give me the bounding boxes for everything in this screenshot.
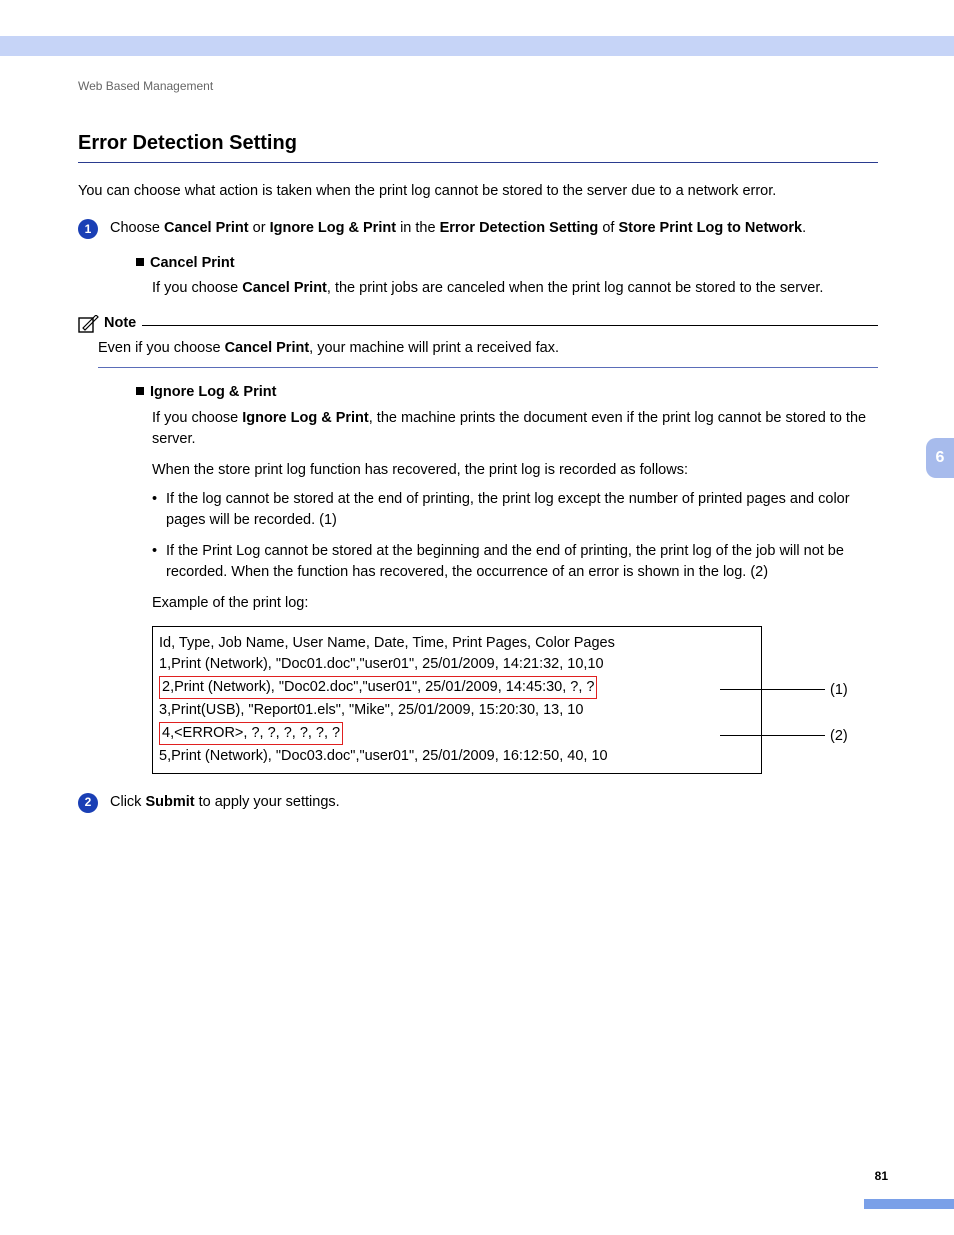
note-label: Note [104,313,136,334]
example-label: Example of the print log: [152,593,878,614]
log-header: Id, Type, Job Name, User Name, Date, Tim… [159,633,755,654]
section-title: Error Detection Setting [78,129,878,163]
step1-b3: Error Detection Setting [440,220,599,236]
step1-post: . [802,220,806,236]
step2-b: Submit [145,794,194,810]
step1-mid3: of [598,220,618,236]
step1-b4: Store Print Log to Network [618,220,802,236]
log-example-box: Id, Type, Job Name, User Name, Date, Tim… [152,626,762,774]
step-2-body: Click Submit to apply your settings. [110,792,878,813]
log-row-3: 3,Print(USB), "Report01.els", "Mike", 25… [159,700,755,721]
circle-2-icon: 2 [78,793,98,813]
cancel-post: , the print jobs are canceled when the p… [327,280,824,296]
note-pre: Even if you choose [98,340,225,356]
ignore-recovered: When the store print log function has re… [152,460,878,481]
ignore-body: If you choose Ignore Log & Print, the ma… [152,408,878,583]
footer-accent-bar [864,1199,954,1209]
header-accent-bar [0,36,954,56]
cancel-b: Cancel Print [242,280,327,296]
sub-item-cancel-print: Cancel Print If you choose Cancel Print,… [136,253,878,299]
chapter-tab: 6 [926,438,954,478]
step2-pre: Click [110,794,145,810]
step1-b1: Cancel Print [164,220,249,236]
intro-text: You can choose what action is taken when… [78,181,878,202]
log-row-1: 1,Print (Network), "Doc01.doc","user01",… [159,654,755,675]
ignore-pre: If you choose [152,410,242,426]
ignore-bullet-2: If the Print Log cannot be stored at the… [152,541,878,583]
note-block: Note Even if you choose Cancel Print, yo… [78,313,878,368]
ignore-bullet-1: If the log cannot be stored at the end o… [152,489,878,531]
log-row-5: 5,Print (Network), "Doc03.doc","user01",… [159,746,755,767]
ignore-head: Ignore Log & Print [150,384,276,400]
ignore-b: Ignore Log & Print [242,410,368,426]
log-example-wrap: Id, Type, Job Name, User Name, Date, Tim… [152,626,892,774]
cancel-print-body: If you choose Cancel Print, the print jo… [152,278,878,299]
note-pencil-icon [78,315,100,333]
cancel-print-head: Cancel Print [150,255,235,271]
ignore-bullet-list: If the log cannot be stored at the end o… [152,489,878,583]
breadcrumb: Web Based Management [78,78,878,95]
cancel-pre: If you choose [152,280,242,296]
step2-post: to apply your settings. [195,794,340,810]
callout-line-2 [720,735,825,736]
step1-mid1: or [249,220,270,236]
log-row-4-highlight: 4,<ERROR>, ?, ?, ?, ?, ?, ? [159,722,343,745]
step-2: 2 Click Submit to apply your settings. [78,792,878,813]
step1-b2: Ignore Log & Print [270,220,396,236]
log-row-2-highlight: 2,Print (Network), "Doc02.doc","user01",… [159,676,597,699]
step-1: 1 Choose Cancel Print or Ignore Log & Pr… [78,218,878,299]
note-body: Even if you choose Cancel Print, your ma… [98,338,878,368]
step1-text: Choose [110,220,164,236]
step-number-icon: 1 [78,218,102,299]
step-1-body: Choose Cancel Print or Ignore Log & Prin… [110,218,878,299]
sub-item-ignore-log: Ignore Log & Print If you choose Ignore … [136,382,878,773]
circle-1-icon: 1 [78,219,98,239]
step-number-icon: 2 [78,792,102,813]
note-b: Cancel Print [225,340,310,356]
note-divider [142,325,878,326]
step1-mid2: in the [396,220,440,236]
callout-1: (1) [830,680,848,701]
page-content: Web Based Management Error Detection Set… [78,78,878,823]
square-bullet-icon [136,258,144,266]
page-number: 81 [875,1168,888,1185]
square-bullet-icon [136,387,144,395]
note-post: , your machine will print a received fax… [309,340,559,356]
callout-2: (2) [830,726,848,747]
callout-line-1 [720,689,825,690]
